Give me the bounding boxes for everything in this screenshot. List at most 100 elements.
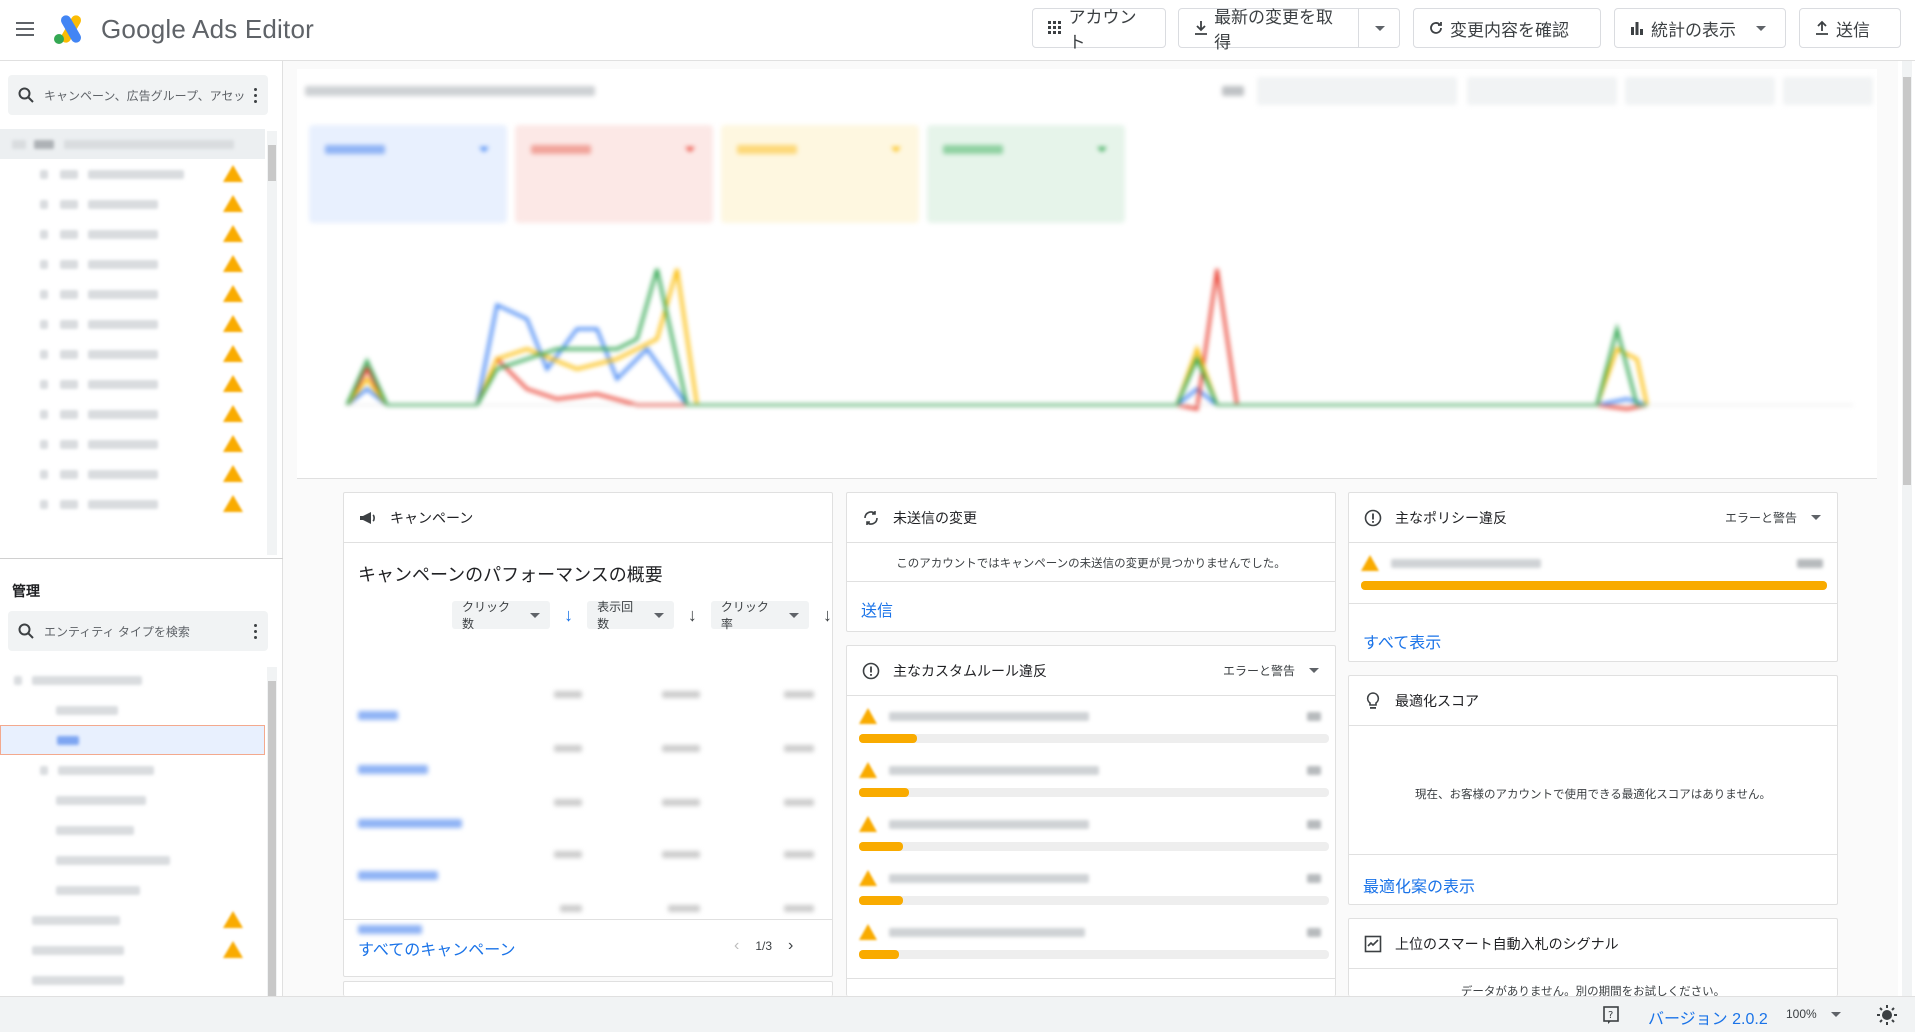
metric-tile-impressions[interactable]: ​	[515, 125, 713, 223]
tree-search-input[interactable]: キャンペーン、広告グループ、アセッ...	[8, 75, 268, 115]
entity-item[interactable]	[0, 965, 265, 995]
tree-item[interactable]	[0, 489, 265, 519]
google-ads-logo-icon	[54, 15, 81, 44]
more-vert-icon[interactable]	[254, 87, 258, 103]
zoom-select[interactable]: 100%	[1786, 1007, 1841, 1021]
chevron-down-icon	[1309, 668, 1319, 673]
rule-violation-row[interactable]	[847, 696, 1335, 750]
main-scrollbar[interactable]	[1902, 61, 1912, 996]
more-vert-icon[interactable]	[254, 623, 258, 639]
account-button[interactable]: アカウント	[1032, 8, 1166, 52]
pagination-label: 1/3	[755, 939, 773, 953]
policy-filter-select[interactable]: エラーと警告	[1725, 509, 1821, 526]
view-recommendations-link[interactable]: 最適化案の表示	[1363, 873, 1475, 897]
rule-violation-row[interactable]	[847, 912, 1335, 966]
post-link[interactable]: 送信	[861, 597, 893, 621]
smart-bidding-title: 上位のスマート自動入札のシグナル	[1395, 935, 1619, 952]
theme-toggle-icon[interactable]	[1876, 1004, 1898, 1026]
series-yellow	[345, 268, 1649, 407]
tree-item[interactable]	[0, 129, 265, 159]
entity-search-placeholder: エンティティ タイプを検索	[44, 624, 190, 639]
entity-item[interactable]	[0, 785, 265, 815]
entity-item[interactable]	[0, 935, 265, 965]
unsent-card-title: 未送信の変更	[893, 509, 977, 526]
tree-item[interactable]	[0, 309, 265, 339]
tree-item[interactable]	[0, 399, 265, 429]
custom-rules-title: 主なカスタムルール違反	[893, 662, 1047, 679]
chevron-down-icon[interactable]	[1756, 25, 1766, 31]
app-header: Google Ads Editor アカウント 最新の変更を取得 変更内容を確認…	[0, 0, 1915, 61]
chevron-down-icon[interactable]	[1375, 25, 1385, 31]
entity-search-input[interactable]: エンティティ タイプを検索	[8, 611, 268, 651]
card-stub	[343, 981, 833, 996]
tree-search-placeholder: キャンペーン、広告グループ、アセッ...	[44, 88, 244, 103]
entity-item[interactable]	[0, 665, 265, 695]
tree-item[interactable]	[0, 279, 265, 309]
campaigns-card-title: キャンペーン	[390, 509, 474, 526]
manage-section-title: 管理	[12, 583, 40, 599]
performance-line-chart	[345, 268, 1853, 411]
upload-icon	[1814, 20, 1830, 36]
tree-scrollbar[interactable]	[267, 131, 277, 555]
tree-item[interactable]	[0, 339, 265, 369]
entity-scrollbar[interactable]	[267, 667, 277, 1032]
custom-rules-filter-select[interactable]: エラーと警告	[1223, 662, 1319, 679]
tree-item[interactable]	[0, 249, 265, 279]
tree-item[interactable]	[0, 189, 265, 219]
policy-violation-row[interactable]	[1349, 543, 1837, 597]
status-bar: ? バージョン 2.0.2 100%	[0, 996, 1915, 1032]
all-campaigns-link[interactable]: すべてのキャンペーン	[358, 936, 515, 960]
sort-clicks-select[interactable]: クリック数	[452, 600, 551, 631]
show-stats-button[interactable]: 統計の表示	[1614, 8, 1786, 48]
get-changes-button[interactable]: 最新の変更を取得	[1178, 8, 1400, 52]
tree-item[interactable]	[0, 159, 265, 189]
performance-chart-card: ​ ​ ​ ​	[297, 69, 1877, 479]
refresh-icon	[1428, 20, 1444, 36]
post-button[interactable]: 送信	[1799, 8, 1901, 48]
entity-item[interactable]	[0, 695, 265, 725]
arrow-down-icon[interactable]: ↓	[688, 605, 697, 626]
entity-item-selected[interactable]	[0, 725, 265, 755]
metric-tile-conversions[interactable]: ​	[927, 125, 1125, 223]
rule-violation-row[interactable]	[847, 750, 1335, 804]
chevron-down-icon	[1830, 1011, 1841, 1017]
optimization-score-card: 最適化スコア 現在、お客様のアカウントで使用できる最適化スコアはありません。 最…	[1348, 675, 1838, 905]
chevron-left-icon[interactable]: ‹	[734, 937, 739, 955]
metric-tile-clicks[interactable]: ​	[309, 125, 507, 223]
show-all-link[interactable]: すべて表示	[1363, 629, 1441, 653]
sort-impressions-select[interactable]: 表示回数	[587, 600, 674, 631]
smart-bidding-card: 上位のスマート自動入札のシグナル データがありません。別の期間をお試しください。	[1348, 918, 1838, 996]
policy-violations-card: 主なポリシー違反 エラーと警告 すべて表示	[1348, 492, 1838, 662]
alert-circle-icon	[861, 661, 881, 681]
entity-item[interactable]	[0, 905, 265, 935]
chevron-down-icon	[788, 612, 799, 618]
tree-item[interactable]	[0, 459, 265, 489]
entity-item[interactable]	[0, 845, 265, 875]
metric-tile-ctr[interactable]: ​	[721, 125, 919, 223]
show-stats-label: 統計の表示	[1651, 20, 1736, 40]
entity-item[interactable]	[0, 815, 265, 845]
entity-item[interactable]	[0, 875, 265, 905]
hamburger-menu-icon[interactable]	[14, 18, 36, 40]
tree-item[interactable]	[0, 429, 265, 459]
sort-ctr-select[interactable]: クリック率	[710, 600, 809, 631]
grid-icon	[1047, 20, 1063, 36]
entity-item[interactable]	[0, 755, 265, 785]
version-label[interactable]: バージョン 2.0.2	[1648, 1005, 1768, 1029]
download-icon	[1193, 20, 1208, 36]
chevron-down-icon	[653, 612, 664, 618]
arrow-down-icon[interactable]: ↓	[823, 605, 832, 626]
arrow-down-icon[interactable]: ↓	[564, 605, 573, 626]
campaigns-heading: キャンペーンのパフォーマンスの概要	[358, 565, 663, 585]
tree-item[interactable]	[0, 219, 265, 249]
tree-item[interactable]	[0, 369, 265, 399]
campaigns-card: キャンペーン キャンペーンのパフォーマンスの概要 クリック数 ↓ 表示回数 ↓ …	[343, 492, 833, 977]
sync-icon	[861, 508, 881, 528]
rule-violation-row[interactable]	[847, 804, 1335, 858]
help-feedback-icon[interactable]: ?	[1602, 1005, 1622, 1025]
check-changes-button[interactable]: 変更内容を確認	[1413, 8, 1601, 48]
chevron-right-icon[interactable]: ›	[788, 937, 793, 955]
rule-violation-row[interactable]	[847, 858, 1335, 912]
account-button-label: アカウント	[1068, 8, 1137, 52]
series-red	[345, 268, 1648, 411]
